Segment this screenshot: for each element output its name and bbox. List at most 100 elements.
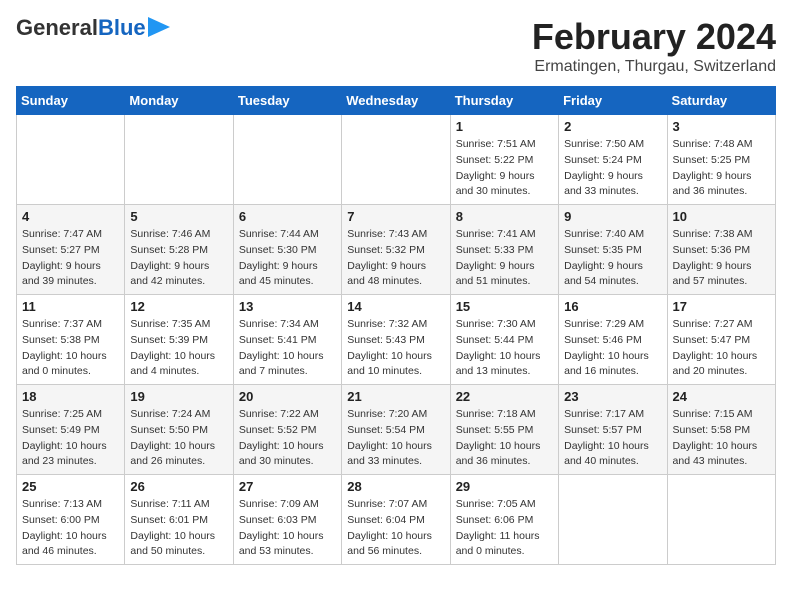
location: Ermatingen, Thurgau, Switzerland <box>532 58 776 76</box>
logo-text: GeneralBlue <box>16 16 146 40</box>
day-info: Sunrise: 7:34 AM Sunset: 5:41 PM Dayligh… <box>239 317 336 380</box>
day-info: Sunrise: 7:47 AM Sunset: 5:27 PM Dayligh… <box>22 227 119 290</box>
day-info: Sunrise: 7:29 AM Sunset: 5:46 PM Dayligh… <box>564 317 661 380</box>
weekday-monday: Monday <box>125 87 233 115</box>
calendar-cell: 20Sunrise: 7:22 AM Sunset: 5:52 PM Dayli… <box>233 385 341 475</box>
calendar-cell: 5 Sunrise: 7:46 AM Sunset: 5:28 PM Daylig… <box>125 205 233 295</box>
day-number: 9 <box>564 209 661 224</box>
calendar-cell: 10 Sunrise: 7:38 AM Sunset: 5:36 PM Dayli… <box>667 205 775 295</box>
calendar-cell: 1Sunrise: 7:51 AM Sunset: 5:22 PM Daylig… <box>450 115 558 205</box>
calendar-cell: 17Sunrise: 7:27 AM Sunset: 5:47 PM Dayli… <box>667 295 775 385</box>
day-info: Sunrise: 7:43 AM Sunset: 5:32 PM Dayligh… <box>347 227 444 290</box>
day-info: Sunrise: 7:32 AM Sunset: 5:43 PM Dayligh… <box>347 317 444 380</box>
calendar-cell <box>667 475 775 565</box>
day-number: 25 <box>22 479 119 494</box>
calendar-cell: 27 Sunrise: 7:09 AM Sunset: 6:03 PM Dayli… <box>233 475 341 565</box>
weekday-header-row: SundayMondayTuesdayWednesdayThursdayFrid… <box>17 87 776 115</box>
day-info: Sunrise: 7:17 AM Sunset: 5:57 PM Dayligh… <box>564 407 661 470</box>
logo-arrow-icon <box>148 17 170 37</box>
day-number: 4 <box>22 209 119 224</box>
calendar-cell: 26Sunrise: 7:11 AM Sunset: 6:01 PM Dayli… <box>125 475 233 565</box>
calendar-table: SundayMondayTuesdayWednesdayThursdayFrid… <box>16 86 776 565</box>
calendar-cell: 7 Sunrise: 7:43 AM Sunset: 5:32 PM Daylig… <box>342 205 450 295</box>
day-info: Sunrise: 7:27 AM Sunset: 5:47 PM Dayligh… <box>673 317 770 380</box>
calendar-cell: 29 Sunrise: 7:05 AM Sunset: 6:06 PM Dayli… <box>450 475 558 565</box>
day-number: 26 <box>130 479 227 494</box>
calendar-cell: 14 Sunrise: 7:32 AM Sunset: 5:43 PM Dayli… <box>342 295 450 385</box>
calendar-cell: 13 Sunrise: 7:34 AM Sunset: 5:41 PM Dayli… <box>233 295 341 385</box>
day-number: 7 <box>347 209 444 224</box>
day-number: 10 <box>673 209 770 224</box>
day-number: 29 <box>456 479 553 494</box>
day-number: 2 <box>564 119 661 134</box>
day-number: 3 <box>673 119 770 134</box>
day-number: 22 <box>456 389 553 404</box>
calendar-cell: 22 Sunrise: 7:18 AM Sunset: 5:55 PM Dayli… <box>450 385 558 475</box>
day-info: Sunrise: 7:07 AM Sunset: 6:04 PM Dayligh… <box>347 497 444 560</box>
calendar-cell <box>233 115 341 205</box>
calendar-cell <box>125 115 233 205</box>
day-info: Sunrise: 7:50 AM Sunset: 5:24 PM Dayligh… <box>564 137 661 200</box>
title-section: February 2024 Ermatingen, Thurgau, Switz… <box>532 16 776 76</box>
day-number: 11 <box>22 299 119 314</box>
calendar-cell: 25 Sunrise: 7:13 AM Sunset: 6:00 PM Dayli… <box>17 475 125 565</box>
calendar-week-row: 25 Sunrise: 7:13 AM Sunset: 6:00 PM Dayli… <box>17 475 776 565</box>
day-number: 5 <box>130 209 227 224</box>
calendar-cell: 12 Sunrise: 7:35 AM Sunset: 5:39 PM Dayli… <box>125 295 233 385</box>
calendar-cell <box>342 115 450 205</box>
calendar-cell: 3 Sunrise: 7:48 AM Sunset: 5:25 PM Daylig… <box>667 115 775 205</box>
calendar-cell <box>559 475 667 565</box>
calendar-cell: 21 Sunrise: 7:20 AM Sunset: 5:54 PM Dayli… <box>342 385 450 475</box>
weekday-sunday: Sunday <box>17 87 125 115</box>
day-info: Sunrise: 7:37 AM Sunset: 5:38 PM Dayligh… <box>22 317 119 380</box>
day-info: Sunrise: 7:44 AM Sunset: 5:30 PM Dayligh… <box>239 227 336 290</box>
day-info: Sunrise: 7:48 AM Sunset: 5:25 PM Dayligh… <box>673 137 770 200</box>
day-number: 18 <box>22 389 119 404</box>
day-number: 16 <box>564 299 661 314</box>
calendar-cell: 11 Sunrise: 7:37 AM Sunset: 5:38 PM Dayli… <box>17 295 125 385</box>
day-number: 21 <box>347 389 444 404</box>
calendar-cell: 18 Sunrise: 7:25 AM Sunset: 5:49 PM Dayli… <box>17 385 125 475</box>
day-info: Sunrise: 7:40 AM Sunset: 5:35 PM Dayligh… <box>564 227 661 290</box>
page-header: GeneralBlue February 2024 Ermatingen, Th… <box>16 16 776 76</box>
day-info: Sunrise: 7:46 AM Sunset: 5:28 PM Dayligh… <box>130 227 227 290</box>
logo-blue: Blue <box>98 15 146 40</box>
day-info: Sunrise: 7:13 AM Sunset: 6:00 PM Dayligh… <box>22 497 119 560</box>
day-number: 27 <box>239 479 336 494</box>
day-number: 24 <box>673 389 770 404</box>
day-number: 19 <box>130 389 227 404</box>
calendar-cell: 19 Sunrise: 7:24 AM Sunset: 5:50 PM Dayli… <box>125 385 233 475</box>
day-info: Sunrise: 7:35 AM Sunset: 5:39 PM Dayligh… <box>130 317 227 380</box>
calendar-cell: 16 Sunrise: 7:29 AM Sunset: 5:46 PM Dayli… <box>559 295 667 385</box>
day-info: Sunrise: 7:05 AM Sunset: 6:06 PM Dayligh… <box>456 497 553 560</box>
day-number: 12 <box>130 299 227 314</box>
calendar-header: SundayMondayTuesdayWednesdayThursdayFrid… <box>17 87 776 115</box>
day-info: Sunrise: 7:20 AM Sunset: 5:54 PM Dayligh… <box>347 407 444 470</box>
calendar-week-row: 18 Sunrise: 7:25 AM Sunset: 5:49 PM Dayli… <box>17 385 776 475</box>
day-info: Sunrise: 7:18 AM Sunset: 5:55 PM Dayligh… <box>456 407 553 470</box>
calendar-week-row: 11 Sunrise: 7:37 AM Sunset: 5:38 PM Dayli… <box>17 295 776 385</box>
day-info: Sunrise: 7:38 AM Sunset: 5:36 PM Dayligh… <box>673 227 770 290</box>
weekday-saturday: Saturday <box>667 87 775 115</box>
calendar-cell <box>17 115 125 205</box>
calendar-cell: 4 Sunrise: 7:47 AM Sunset: 5:27 PM Daylig… <box>17 205 125 295</box>
day-number: 23 <box>564 389 661 404</box>
calendar-cell: 8Sunrise: 7:41 AM Sunset: 5:33 PM Daylig… <box>450 205 558 295</box>
day-number: 1 <box>456 119 553 134</box>
day-number: 13 <box>239 299 336 314</box>
day-info: Sunrise: 7:15 AM Sunset: 5:58 PM Dayligh… <box>673 407 770 470</box>
day-number: 14 <box>347 299 444 314</box>
day-number: 28 <box>347 479 444 494</box>
calendar-cell: 9 Sunrise: 7:40 AM Sunset: 5:35 PM Daylig… <box>559 205 667 295</box>
calendar-cell: 2 Sunrise: 7:50 AM Sunset: 5:24 PM Daylig… <box>559 115 667 205</box>
weekday-tuesday: Tuesday <box>233 87 341 115</box>
logo-general: General <box>16 15 98 40</box>
day-info: Sunrise: 7:30 AM Sunset: 5:44 PM Dayligh… <box>456 317 553 380</box>
day-info: Sunrise: 7:09 AM Sunset: 6:03 PM Dayligh… <box>239 497 336 560</box>
day-info: Sunrise: 7:25 AM Sunset: 5:49 PM Dayligh… <box>22 407 119 470</box>
calendar-body: 1Sunrise: 7:51 AM Sunset: 5:22 PM Daylig… <box>17 115 776 565</box>
calendar-cell: 23 Sunrise: 7:17 AM Sunset: 5:57 PM Dayli… <box>559 385 667 475</box>
day-info: Sunrise: 7:24 AM Sunset: 5:50 PM Dayligh… <box>130 407 227 470</box>
calendar-week-row: 4 Sunrise: 7:47 AM Sunset: 5:27 PM Daylig… <box>17 205 776 295</box>
day-number: 20 <box>239 389 336 404</box>
